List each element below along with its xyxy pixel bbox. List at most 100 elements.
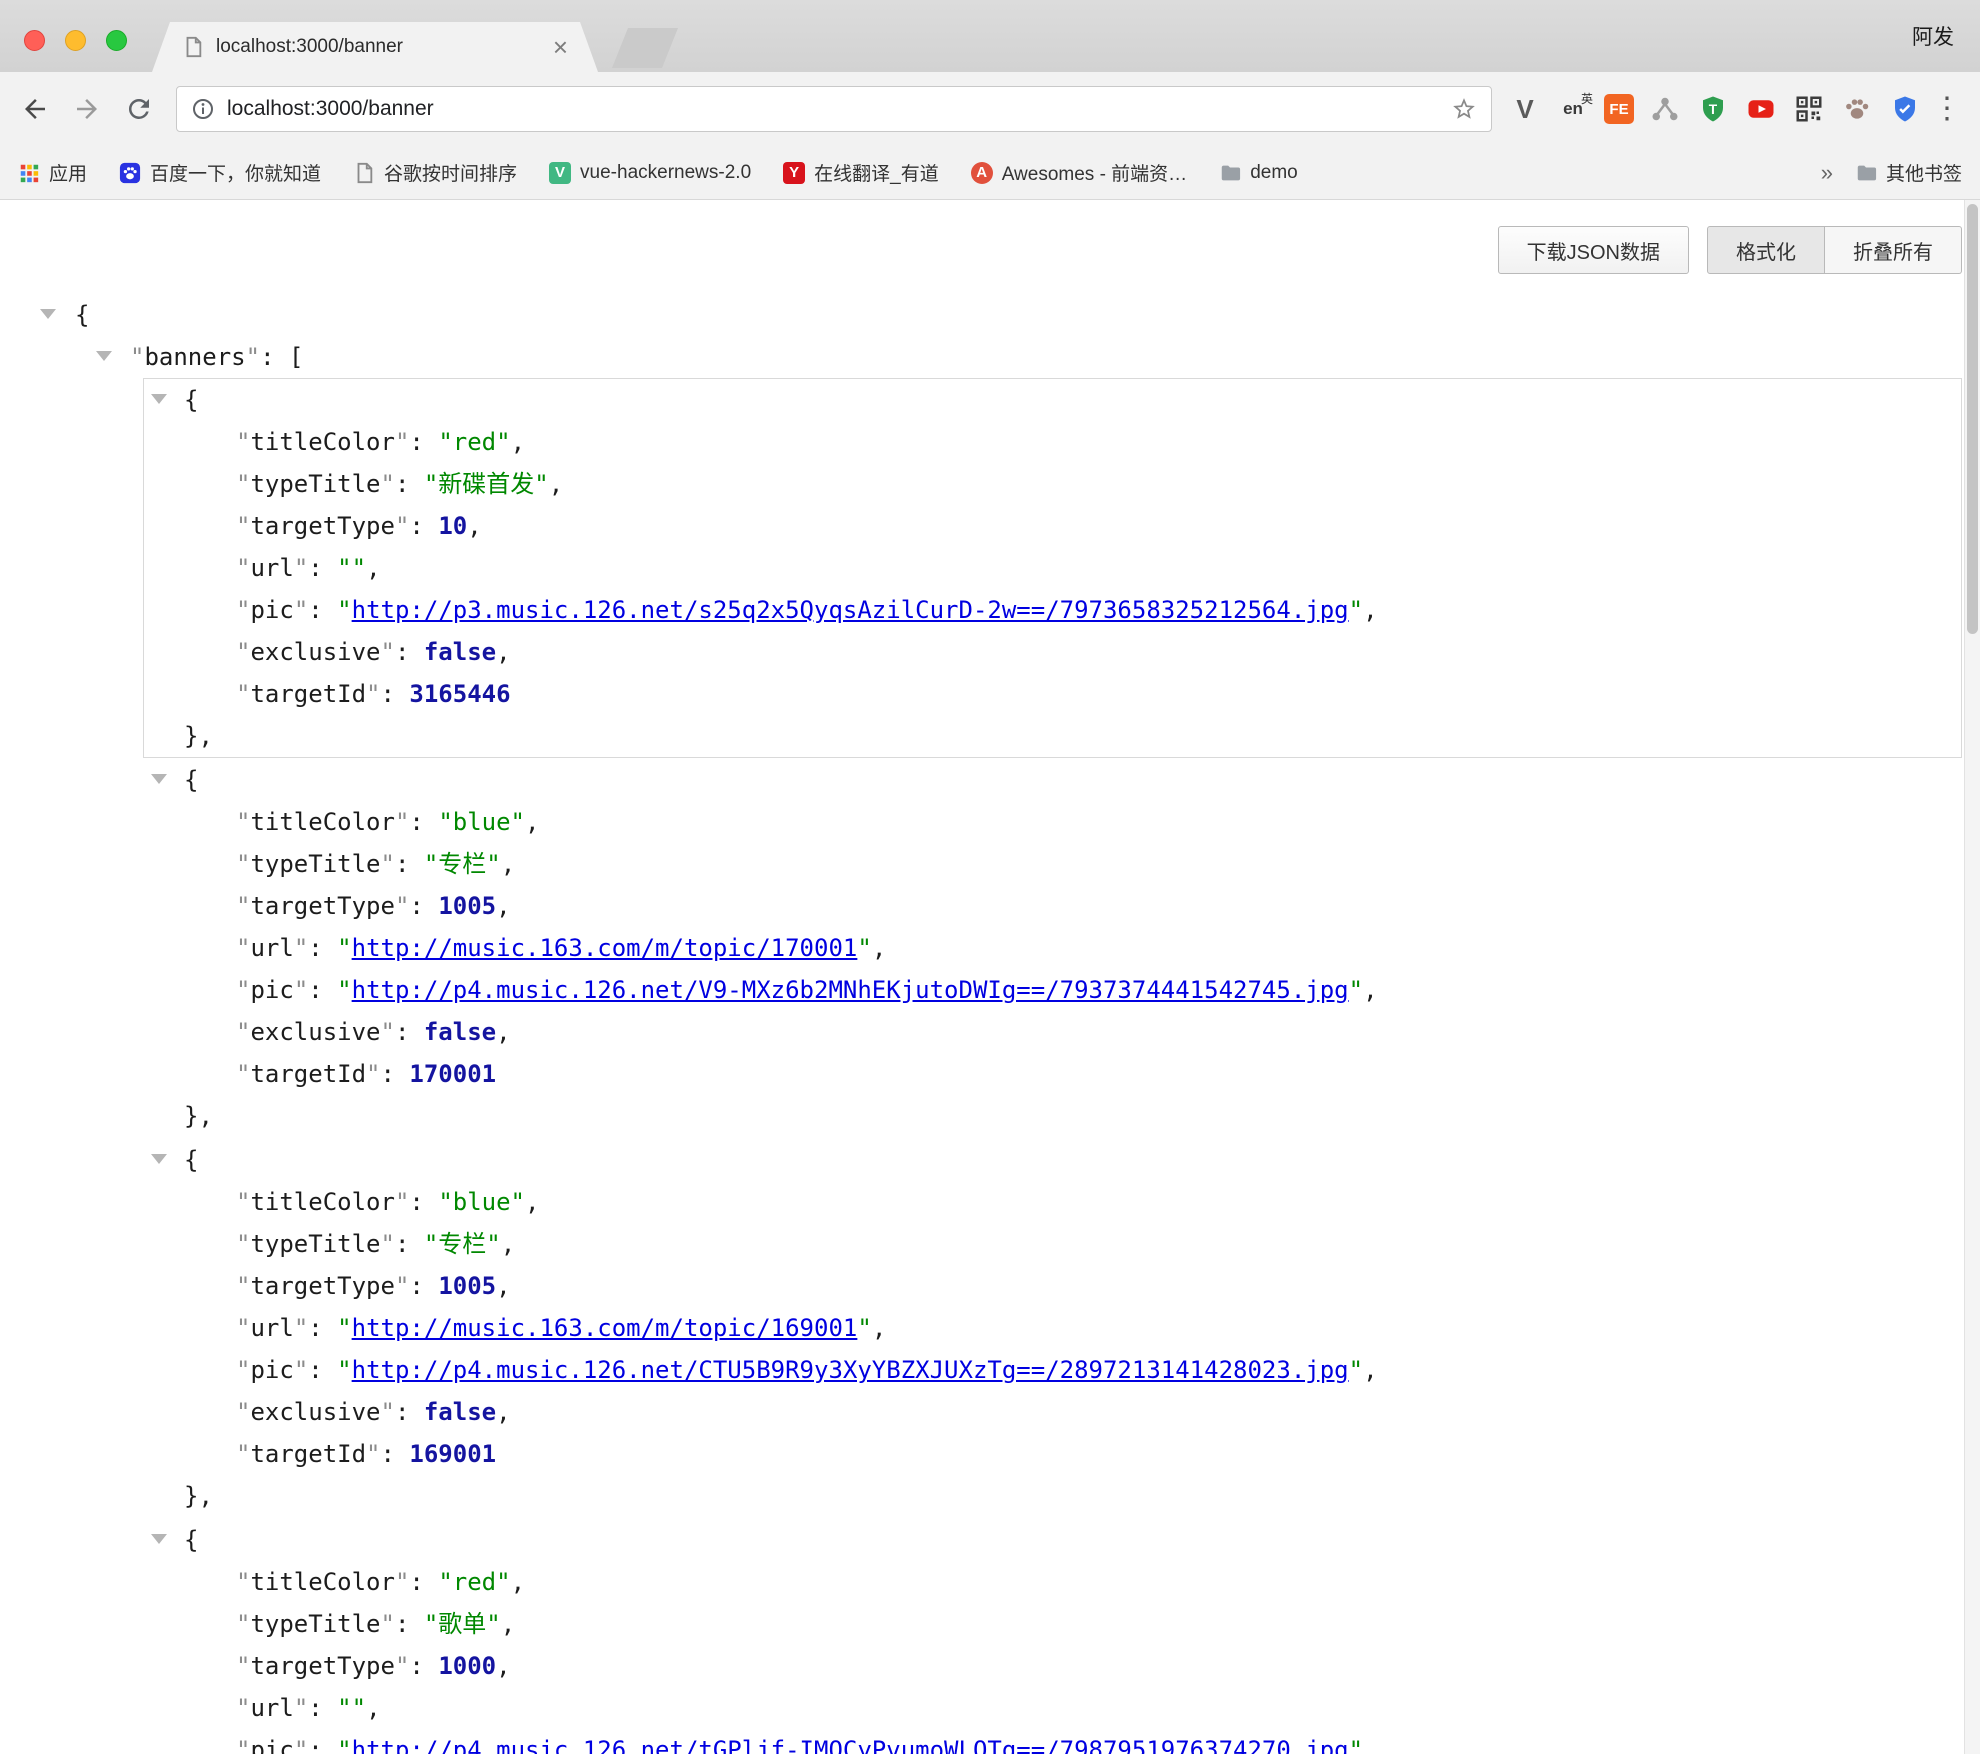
json-number-value: 1000 — [438, 1652, 496, 1680]
json-key: url — [250, 1314, 293, 1342]
bookmark-item-youdao[interactable]: Y 在线翻译_有道 — [783, 159, 939, 186]
json-key-quote: " — [236, 1356, 250, 1384]
json-colon: : — [395, 850, 424, 878]
browser-tab[interactable]: localhost:3000/banner × — [152, 22, 598, 72]
json-line: "targetType": 1005, — [144, 1265, 1961, 1307]
json-key-quote: " — [236, 596, 250, 624]
json-line: "pic": "http://p3.music.126.net/s25q2x5Q… — [144, 589, 1961, 631]
new-tab-button[interactable] — [612, 28, 678, 68]
bookmarks-right: » 其他书签 — [1821, 159, 1962, 186]
security-shield-extension-icon[interactable] — [1888, 92, 1922, 126]
bookmarks-overflow-icon[interactable]: » — [1821, 160, 1833, 186]
qr-code-extension-icon[interactable] — [1792, 92, 1826, 126]
json-comma: , — [496, 892, 510, 920]
back-button[interactable] — [18, 92, 52, 126]
tab-close-icon[interactable]: × — [553, 34, 568, 60]
vertical-scrollbar[interactable] — [1964, 200, 1980, 1754]
download-json-button[interactable]: 下载JSON数据 — [1498, 226, 1689, 274]
bookmark-item-demo-folder[interactable]: demo — [1219, 162, 1298, 184]
json-string-quote: " — [337, 934, 351, 962]
json-link[interactable]: http://music.163.com/m/topic/169001 — [352, 1314, 858, 1342]
json-key-quote: " — [294, 1694, 308, 1722]
json-colon: : — [381, 1060, 410, 1088]
json-key-quote: " — [236, 1568, 250, 1596]
bookmark-label: 应用 — [49, 159, 87, 186]
json-key-quote: " — [236, 638, 250, 666]
tampermonkey-shield-extension-icon[interactable]: T — [1696, 92, 1730, 126]
collapse-all-button[interactable]: 折叠所有 — [1825, 226, 1962, 274]
url-text[interactable]: localhost:3000/banner — [227, 97, 1451, 121]
json-comma: , — [366, 1694, 380, 1722]
json-key: url — [250, 934, 293, 962]
json-link[interactable]: http://p4.music.126.net/CTU5B9R9y3XyYBZX… — [352, 1356, 1349, 1384]
forward-button[interactable] — [70, 92, 104, 126]
folder-icon — [1855, 162, 1877, 184]
bookmarks-bar: 应用 百度一下，你就知道 谷歌按时间排序 V vue-hackernews-2.… — [0, 146, 1980, 200]
navigation-bar: localhost:3000/banner V en 英 FE T ⋮ — [0, 72, 1980, 146]
json-line: "url": "http://music.163.com/m/topic/170… — [144, 927, 1961, 969]
json-line: "exclusive": false, — [144, 1011, 1961, 1053]
bookmark-item-awesomes[interactable]: A Awesomes - 前端资… — [971, 159, 1187, 186]
json-open-brace: { — [184, 1146, 198, 1174]
bookmark-star-icon[interactable] — [1451, 96, 1477, 122]
collapse-toggle-icon[interactable] — [151, 394, 167, 404]
address-bar[interactable]: localhost:3000/banner — [176, 86, 1492, 132]
json-key-quote: " — [366, 1440, 380, 1468]
collapse-toggle-icon[interactable] — [96, 351, 112, 361]
site-info-icon[interactable] — [191, 97, 215, 121]
json-link[interactable]: http://music.163.com/m/topic/170001 — [352, 934, 858, 962]
json-colon: : — [381, 680, 410, 708]
paw-extension-icon[interactable] — [1840, 92, 1874, 126]
minimize-window-button[interactable] — [65, 30, 86, 51]
json-link[interactable]: http://p4.music.126.net/tGPljf-IMOCyPvum… — [352, 1736, 1349, 1754]
collapse-toggle-icon[interactable] — [151, 1534, 167, 1544]
bookmark-item-google-sort[interactable]: 谷歌按时间排序 — [353, 159, 517, 186]
json-colon: : — [308, 1694, 337, 1722]
json-line: "titleColor": "blue", — [144, 1181, 1961, 1223]
json-colon: : — [409, 1568, 438, 1596]
bookmark-label: 其他书签 — [1886, 159, 1962, 186]
json-string-quote: " — [857, 1314, 871, 1342]
maximize-window-button[interactable] — [106, 30, 127, 51]
json-number-value: 1005 — [438, 1272, 496, 1300]
json-link[interactable]: http://p4.music.126.net/V9-MXz6b2MNhEKju… — [352, 976, 1349, 1004]
bookmark-item-baidu[interactable]: 百度一下，你就知道 — [119, 159, 321, 186]
json-comma: , — [1363, 596, 1377, 624]
json-link[interactable]: http://p3.music.126.net/s25q2x5QyqsAzilC… — [352, 596, 1349, 624]
json-key-quote: " — [236, 1188, 250, 1216]
json-colon: : — [308, 1356, 337, 1384]
json-string-quote: " — [337, 1356, 351, 1384]
profile-name[interactable]: 阿发 — [1912, 21, 1954, 51]
collapse-toggle-icon[interactable] — [40, 309, 56, 319]
format-button[interactable]: 格式化 — [1707, 226, 1825, 274]
json-line: "targetId": 3165446 — [144, 673, 1961, 715]
json-colon: : — [308, 934, 337, 962]
json-key-quote: " — [236, 1398, 250, 1426]
json-key-quote: " — [294, 976, 308, 1004]
reload-button[interactable] — [122, 92, 156, 126]
org-chart-extension-icon[interactable] — [1648, 92, 1682, 126]
bookmark-item-vue-hackernews[interactable]: V vue-hackernews-2.0 — [549, 162, 751, 184]
collapse-toggle-icon[interactable] — [151, 774, 167, 784]
collapse-toggle-icon[interactable] — [151, 1154, 167, 1164]
json-comma: , — [1363, 1356, 1377, 1384]
browser-menu-icon[interactable]: ⋮ — [1932, 94, 1962, 124]
vimium-extension-icon[interactable]: V — [1508, 92, 1542, 126]
close-window-button[interactable] — [24, 30, 45, 51]
fe-extension-icon[interactable]: FE — [1604, 94, 1634, 124]
json-string-quote: " — [1349, 596, 1363, 624]
json-key: pic — [250, 976, 293, 1004]
json-key-quote: " — [236, 1440, 250, 1468]
translate-extension-icon[interactable]: en 英 — [1556, 92, 1590, 126]
json-key-quote: " — [381, 1398, 395, 1426]
json-key: targetType — [250, 892, 395, 920]
bookmark-item-apps[interactable]: 应用 — [18, 159, 87, 186]
json-key: typeTitle — [250, 470, 380, 498]
other-bookmarks-folder[interactable]: 其他书签 — [1855, 159, 1962, 186]
json-key-quote: " — [381, 850, 395, 878]
bookmark-label: 谷歌按时间排序 — [384, 159, 517, 186]
youtube-extension-icon[interactable] — [1744, 92, 1778, 126]
json-key-quote: " — [236, 976, 250, 1004]
scrollbar-thumb[interactable] — [1967, 204, 1978, 634]
json-key-quote: " — [294, 554, 308, 582]
